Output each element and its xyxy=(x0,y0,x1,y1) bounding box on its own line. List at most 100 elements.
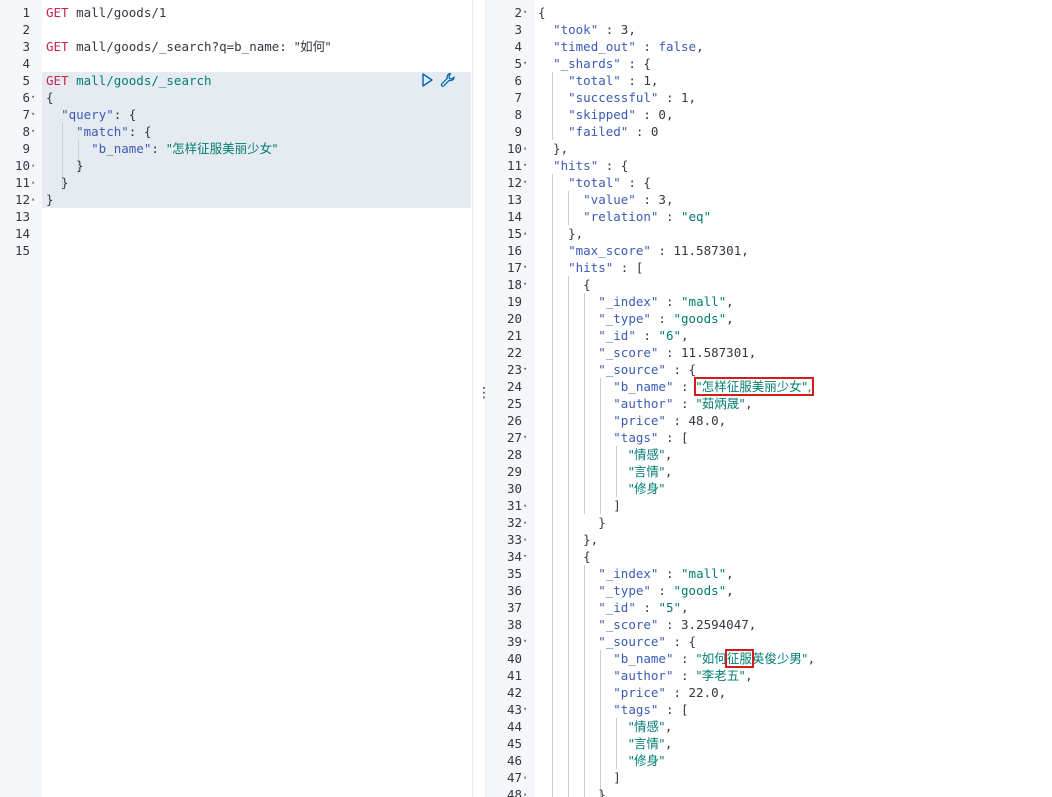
fold-expand-icon[interactable]: ▴ xyxy=(31,157,35,174)
code-text: "tags" : [ xyxy=(538,701,688,718)
code-token: , xyxy=(718,413,727,428)
code-line: 36 "_type" : "goods", xyxy=(486,582,1052,599)
line-number: 29 xyxy=(506,464,522,479)
fold-collapse-icon[interactable]: ▾ xyxy=(523,276,527,293)
code-line: 4 "timed_out" : false, xyxy=(486,38,1052,55)
code-text: GET mall/goods/_search xyxy=(46,72,212,89)
fold-collapse-icon[interactable]: ▾ xyxy=(523,259,527,276)
code-text: "timed_out" : false, xyxy=(538,38,704,55)
line-number: 10 xyxy=(14,158,30,173)
code-line: 39 ▾ "_source" : { xyxy=(486,633,1052,650)
code-text: "total" : { xyxy=(538,174,651,191)
fold-collapse-icon[interactable]: ▾ xyxy=(31,106,35,123)
code-token: "_type" xyxy=(598,311,651,326)
code-token: { xyxy=(538,549,591,564)
line-number: 12 xyxy=(14,192,30,207)
code-line: 8 ▾ "match": { xyxy=(0,123,472,140)
code-text: "price" : 48.0, xyxy=(538,412,726,429)
code-line: 6 "total" : 1, xyxy=(486,72,1052,89)
fold-collapse-icon[interactable]: ▾ xyxy=(31,123,35,140)
request-editor-lines[interactable]: 1 GET mall/goods/1 2 3 GET mall/goods/_searc… xyxy=(0,4,472,259)
fold-expand-icon[interactable]: ▴ xyxy=(523,531,527,548)
code-token: "_source" xyxy=(598,362,666,377)
code-token: : xyxy=(673,379,697,394)
fold-expand-icon[interactable]: ▴ xyxy=(523,140,527,157)
code-line: 10 ▴ }, xyxy=(486,140,1052,157)
code-token: "如何 xyxy=(696,651,727,666)
code-line: 30 "修身" xyxy=(486,480,1052,497)
fold-collapse-icon[interactable]: ▾ xyxy=(523,429,527,446)
code-token: 0 xyxy=(658,107,666,122)
response-viewer: 2 ▾{3 "took" : 3, 4 "timed_out" : false, 5 ▾… xyxy=(486,0,1052,797)
fold-collapse-icon[interactable]: ▾ xyxy=(523,4,527,21)
fold-collapse-icon[interactable]: ▾ xyxy=(523,157,527,174)
code-text: } xyxy=(46,174,69,191)
fold-collapse-icon[interactable]: ▾ xyxy=(523,55,527,72)
fold-expand-icon[interactable]: ▴ xyxy=(523,497,527,514)
code-text: GET mall/goods/_search?q=b_name: "如何" xyxy=(46,38,331,55)
code-token: , xyxy=(664,447,673,462)
code-token: } xyxy=(538,787,606,797)
fold-expand-icon[interactable]: ▴ xyxy=(31,191,35,208)
fold-expand-icon[interactable]: ▴ xyxy=(523,786,527,797)
code-text: }, xyxy=(538,225,583,242)
fold-expand-icon[interactable]: ▴ xyxy=(31,174,35,191)
code-token: "mall" xyxy=(681,566,727,581)
fold-collapse-icon[interactable]: ▾ xyxy=(523,548,527,565)
line-number: 15 xyxy=(506,226,522,241)
code-token: : xyxy=(665,685,689,700)
code-token: , xyxy=(745,668,753,683)
fold-collapse-icon[interactable]: ▾ xyxy=(523,701,527,718)
fold-expand-icon[interactable]: ▴ xyxy=(523,514,527,531)
code-text: "total" : 1, xyxy=(538,72,658,89)
fold-collapse-icon[interactable]: ▾ xyxy=(31,89,35,106)
request-editor[interactable]: 1 GET mall/goods/1 2 3 GET mall/goods/_searc… xyxy=(0,0,472,797)
code-line: 25 "author" : "茹炳晟", xyxy=(486,395,1052,412)
fold-collapse-icon[interactable]: ▾ xyxy=(523,174,527,191)
code-token: "b_name" xyxy=(91,141,152,156)
code-text: "hits" : { xyxy=(538,157,628,174)
fold-collapse-icon[interactable]: ▾ xyxy=(523,633,527,650)
line-number: 36 xyxy=(506,583,522,598)
fold-expand-icon[interactable]: ▴ xyxy=(523,225,527,242)
code-text: "failed" : 0 xyxy=(538,123,658,140)
code-token: "_score" xyxy=(598,617,659,632)
line-number: 35 xyxy=(506,566,522,581)
pane-resize-divider[interactable]: ⋮ xyxy=(472,0,491,797)
line-number: 21 xyxy=(506,328,522,343)
code-token: "mall" xyxy=(681,294,727,309)
code-line: 31 ▴ ] xyxy=(486,497,1052,514)
code-token: "max_score" xyxy=(568,243,651,258)
code-token: "total" xyxy=(568,73,621,88)
code-token: "_source" xyxy=(598,634,666,649)
line-number: 18 xyxy=(506,277,522,292)
code-token: } xyxy=(46,158,84,173)
code-token: : [ xyxy=(658,430,689,445)
code-token: "_shards" xyxy=(553,56,621,71)
code-token: "b_name" xyxy=(613,651,674,666)
code-text: "_type" : "goods", xyxy=(538,310,733,327)
fold-collapse-icon[interactable]: ▾ xyxy=(523,361,527,378)
code-text: { xyxy=(538,276,591,293)
fold-expand-icon[interactable]: ▴ xyxy=(523,769,527,786)
wrench-icon[interactable] xyxy=(440,72,456,88)
code-line: 2 ▾ { xyxy=(486,4,1052,21)
play-icon[interactable] xyxy=(420,72,436,88)
code-line: 11 ▴ } xyxy=(0,174,472,191)
code-token: , xyxy=(665,107,674,122)
code-token: , xyxy=(681,600,689,615)
code-text: }, xyxy=(538,531,598,548)
code-token: GET xyxy=(46,39,69,54)
code-token: "skipped" xyxy=(568,107,636,122)
